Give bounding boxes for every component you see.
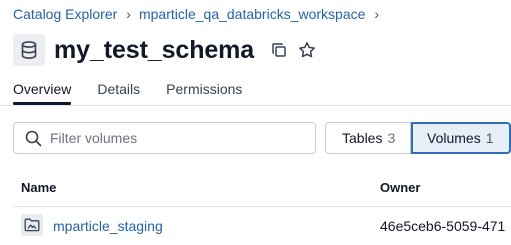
volumes-toggle-label: Volumes bbox=[427, 130, 481, 146]
tables-count: 3 bbox=[387, 130, 396, 146]
breadcrumb: Catalog Explorer › mparticle_qa_databric… bbox=[13, 5, 387, 23]
tab-overview[interactable]: Overview bbox=[13, 81, 72, 105]
tables-toggle-button[interactable]: Tables 3 bbox=[325, 122, 411, 154]
volumes-toggle-button[interactable]: Volumes 1 bbox=[411, 122, 511, 154]
breadcrumb-workspace[interactable]: mparticle_qa_databricks_workspace bbox=[139, 6, 365, 22]
table-row[interactable]: mparticle_staging 46e5ceb6-5059-471 bbox=[13, 207, 511, 245]
breadcrumb-catalog-explorer[interactable]: Catalog Explorer bbox=[13, 6, 117, 22]
search-input[interactable] bbox=[50, 130, 300, 146]
view-toggle: Tables 3 Volumes 1 bbox=[325, 122, 511, 154]
star-icon[interactable] bbox=[297, 40, 317, 60]
breadcrumb-separator: › bbox=[374, 6, 380, 22]
tab-details[interactable]: Details bbox=[97, 81, 140, 105]
volume-owner: 46e5ceb6-5059-471 bbox=[380, 218, 506, 234]
database-icon bbox=[13, 34, 45, 66]
volume-name-link[interactable]: mparticle_staging bbox=[53, 218, 163, 234]
column-header-owner[interactable]: Owner bbox=[380, 180, 420, 195]
column-header-name[interactable]: Name bbox=[21, 180, 56, 195]
copy-icon[interactable] bbox=[269, 40, 289, 60]
volume-folder-icon bbox=[21, 214, 43, 236]
title-row: my_test_schema bbox=[13, 34, 317, 66]
volumes-count: 1 bbox=[485, 130, 494, 146]
tab-permissions[interactable]: Permissions bbox=[166, 81, 242, 105]
tables-toggle-label: Tables bbox=[342, 130, 383, 146]
schema-page: Catalog Explorer › mparticle_qa_databric… bbox=[0, 0, 511, 245]
search-icon bbox=[25, 130, 42, 147]
breadcrumb-separator: › bbox=[126, 6, 131, 22]
page-title: my_test_schema bbox=[54, 35, 255, 64]
search-box[interactable] bbox=[13, 122, 316, 154]
tab-bar: Overview Details Permissions bbox=[13, 81, 511, 107]
